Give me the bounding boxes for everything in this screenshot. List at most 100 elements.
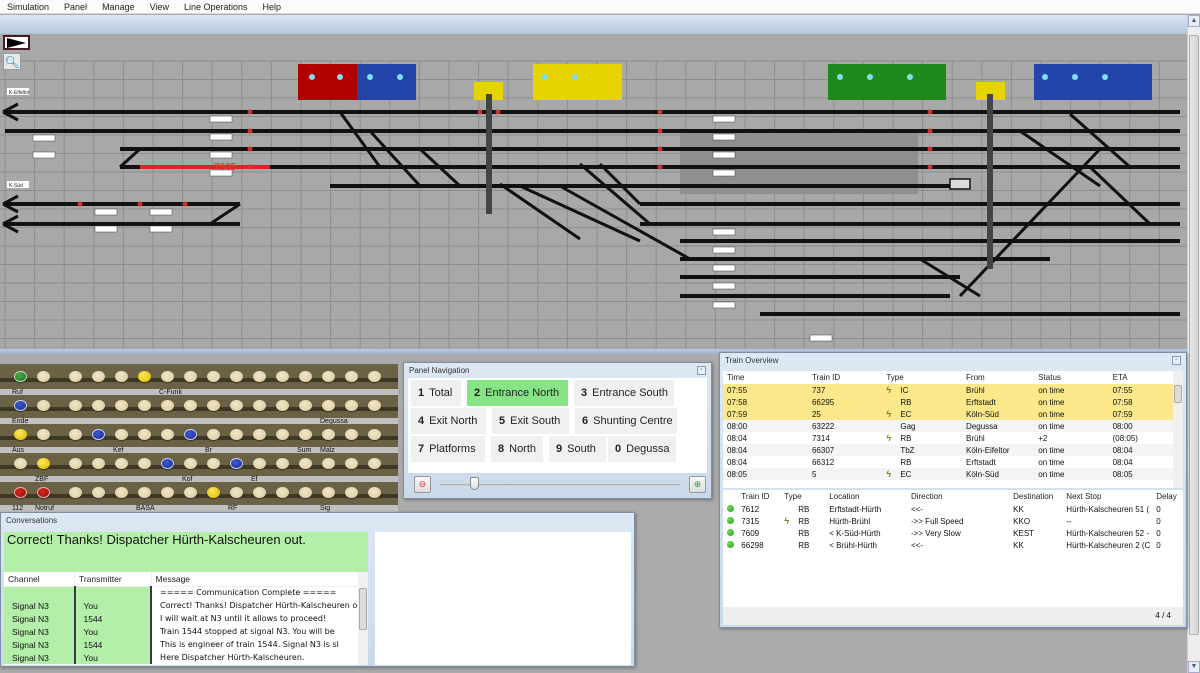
signal-lamp-off[interactable] (207, 458, 220, 469)
scroll-up-button[interactable]: ▲ (1188, 15, 1200, 27)
column-header[interactable]: Next Stop (1062, 490, 1153, 503)
signal-lamp-off[interactable] (69, 429, 82, 440)
menu-view[interactable]: View (143, 2, 177, 12)
nav-button-south[interactable]: 9 South (549, 436, 606, 462)
signal-lamp-off[interactable] (92, 458, 105, 469)
schedule-row[interactable]: 08:04 66312 RB Erftstadt on time 08:04 (723, 456, 1183, 468)
column-header[interactable]: Type (780, 490, 826, 503)
nav-button-shunting-centre[interactable]: 6 Shunting Centre (575, 408, 677, 434)
signal-lamp-off[interactable] (230, 487, 243, 498)
conversation-row[interactable]: Signal N3 1544 This is engineer of train 1… (4, 638, 368, 651)
signal-lamp-off[interactable] (345, 429, 358, 440)
signal-lamp-red[interactable] (14, 487, 27, 498)
signal-lamp-off[interactable] (115, 371, 128, 382)
active-train-row[interactable]: 7612 RB Erftstadt-Hürth <<- KK Hürth-Kalscheu… (723, 503, 1183, 515)
column-header[interactable]: Time (723, 371, 808, 384)
signal-lamp-off[interactable] (368, 487, 381, 498)
column-header[interactable]: Location (825, 490, 907, 503)
main-vertical-scrollbar[interactable]: ▲ ▼ (1187, 15, 1200, 673)
column-header[interactable]: From (962, 371, 1035, 384)
signal-lamp-off[interactable] (92, 371, 105, 382)
signal-lamp-off[interactable] (230, 371, 243, 382)
nav-button-exit-north[interactable]: 4 Exit North (411, 408, 486, 434)
signal-lamp-off[interactable] (184, 487, 197, 498)
signal-lamp-off[interactable] (115, 400, 128, 411)
signal-lamp-yellow[interactable] (14, 429, 27, 440)
signal-lamp-off[interactable] (276, 371, 289, 382)
scrollbar-thumb[interactable] (1189, 35, 1199, 635)
signal-lamp-blue[interactable] (14, 400, 27, 411)
schedule-row[interactable]: 07:55 737 ϟ IC Brühl on time 07:55 (723, 384, 1183, 396)
signal-lamp-off[interactable] (37, 371, 50, 382)
zoom-in-button[interactable]: ⊕ (689, 476, 706, 493)
scroll-down-button[interactable]: ▼ (1188, 661, 1200, 673)
menu-line-operations[interactable]: Line Operations (177, 2, 256, 12)
signal-lamp-off[interactable] (184, 400, 197, 411)
signal-lamp-blue[interactable] (92, 429, 105, 440)
signal-lamp-off[interactable] (69, 458, 82, 469)
signal-lamp-off[interactable] (345, 487, 358, 498)
schedule-row[interactable]: 07:58 66295 RB Erftstadt on time 07:58 (723, 396, 1183, 408)
column-header[interactable]: Transmitter (74, 572, 152, 587)
schedule-scrollbar[interactable] (1173, 371, 1183, 488)
menu-simulation[interactable]: Simulation (0, 2, 57, 12)
column-header[interactable]: Destination (1009, 490, 1063, 503)
conversation-row[interactable]: ===== Communication Complete ===== (4, 586, 368, 599)
signal-lamp-off[interactable] (345, 458, 358, 469)
close-icon[interactable]: ▫ (1172, 356, 1181, 365)
signal-lamp-yellow[interactable] (138, 371, 151, 382)
scrollbar-thumb[interactable] (359, 588, 367, 630)
column-header[interactable]: Delay (1152, 490, 1183, 503)
column-header[interactable]: ETA (1108, 371, 1183, 384)
signal-lamp-off[interactable] (92, 487, 105, 498)
signal-lamp-off[interactable] (37, 429, 50, 440)
signal-lamp-off[interactable] (138, 458, 151, 469)
column-header[interactable]: Train ID (737, 490, 781, 503)
signal-lamp-off[interactable] (299, 429, 312, 440)
schedule-row[interactable]: 07:59 25 ϟ EC Köln-Süd on time 07:59 (723, 408, 1183, 420)
signal-lamp-off[interactable] (322, 400, 335, 411)
signal-lamp-off[interactable] (276, 487, 289, 498)
signal-lamp-off[interactable] (253, 400, 266, 411)
signal-lamp-off[interactable] (115, 429, 128, 440)
zoom-out-button[interactable]: ⊖ (414, 476, 431, 493)
response-options-area[interactable] (375, 532, 631, 665)
signal-lamp-off[interactable] (368, 371, 381, 382)
signal-lamp-off[interactable] (37, 400, 50, 411)
signal-lamp-off[interactable] (299, 400, 312, 411)
signal-lamp-off[interactable] (253, 458, 266, 469)
signal-lamp-off[interactable] (115, 487, 128, 498)
signal-lamp-blue[interactable] (161, 458, 174, 469)
signal-lamp-off[interactable] (69, 487, 82, 498)
signal-lamp-off[interactable] (345, 371, 358, 382)
signal-lamp-off[interactable] (276, 429, 289, 440)
column-header[interactable]: Direction (906, 490, 1010, 503)
signal-lamp-off[interactable] (368, 400, 381, 411)
signal-lamp-off[interactable] (14, 458, 27, 469)
signal-lamp-off[interactable] (184, 371, 197, 382)
signal-lamp-off[interactable] (230, 400, 243, 411)
schedule-row[interactable]: 08:05 5 ϟ EC Köln-Süd on time 08:05 (723, 468, 1183, 480)
signal-lamp-off[interactable] (207, 429, 220, 440)
close-icon[interactable]: ▫ (697, 366, 706, 375)
active-train-row[interactable]: 7315 ϟ RB Hürth-Brühl ->> Full Speed KKO -- 0 (723, 515, 1183, 527)
signal-lamp-off[interactable] (207, 400, 220, 411)
signal-lamp-off[interactable] (299, 487, 312, 498)
signal-lamp-green[interactable] (14, 371, 27, 382)
signal-lamp-off[interactable] (276, 458, 289, 469)
conversation-row[interactable]: Signal N3 You Here Dispatcher Hürth-Kalsch… (4, 651, 368, 664)
signal-lamp-blue[interactable] (184, 429, 197, 440)
menu-panel[interactable]: Panel (57, 2, 95, 12)
track-diagram[interactable]: 7605 K-Eifeltor K-Süd (0, 34, 1187, 349)
signal-lamp-off[interactable] (138, 400, 151, 411)
zoom-slider-thumb[interactable] (469, 477, 479, 490)
signal-lamp-off[interactable] (69, 400, 82, 411)
nav-button-entrance-south[interactable]: 3 Entrance South (574, 380, 674, 406)
column-header[interactable]: Channel (4, 572, 75, 587)
signal-lamp-off[interactable] (322, 371, 335, 382)
signal-lamp-off[interactable] (92, 400, 105, 411)
signal-lamp-off[interactable] (207, 371, 220, 382)
signal-lamp-off[interactable] (299, 458, 312, 469)
zoom-tool-button[interactable]: 🔍︎ (3, 53, 21, 70)
conversation-row[interactable]: Signal N3 1544 I will wait at N3 until it … (4, 612, 368, 625)
